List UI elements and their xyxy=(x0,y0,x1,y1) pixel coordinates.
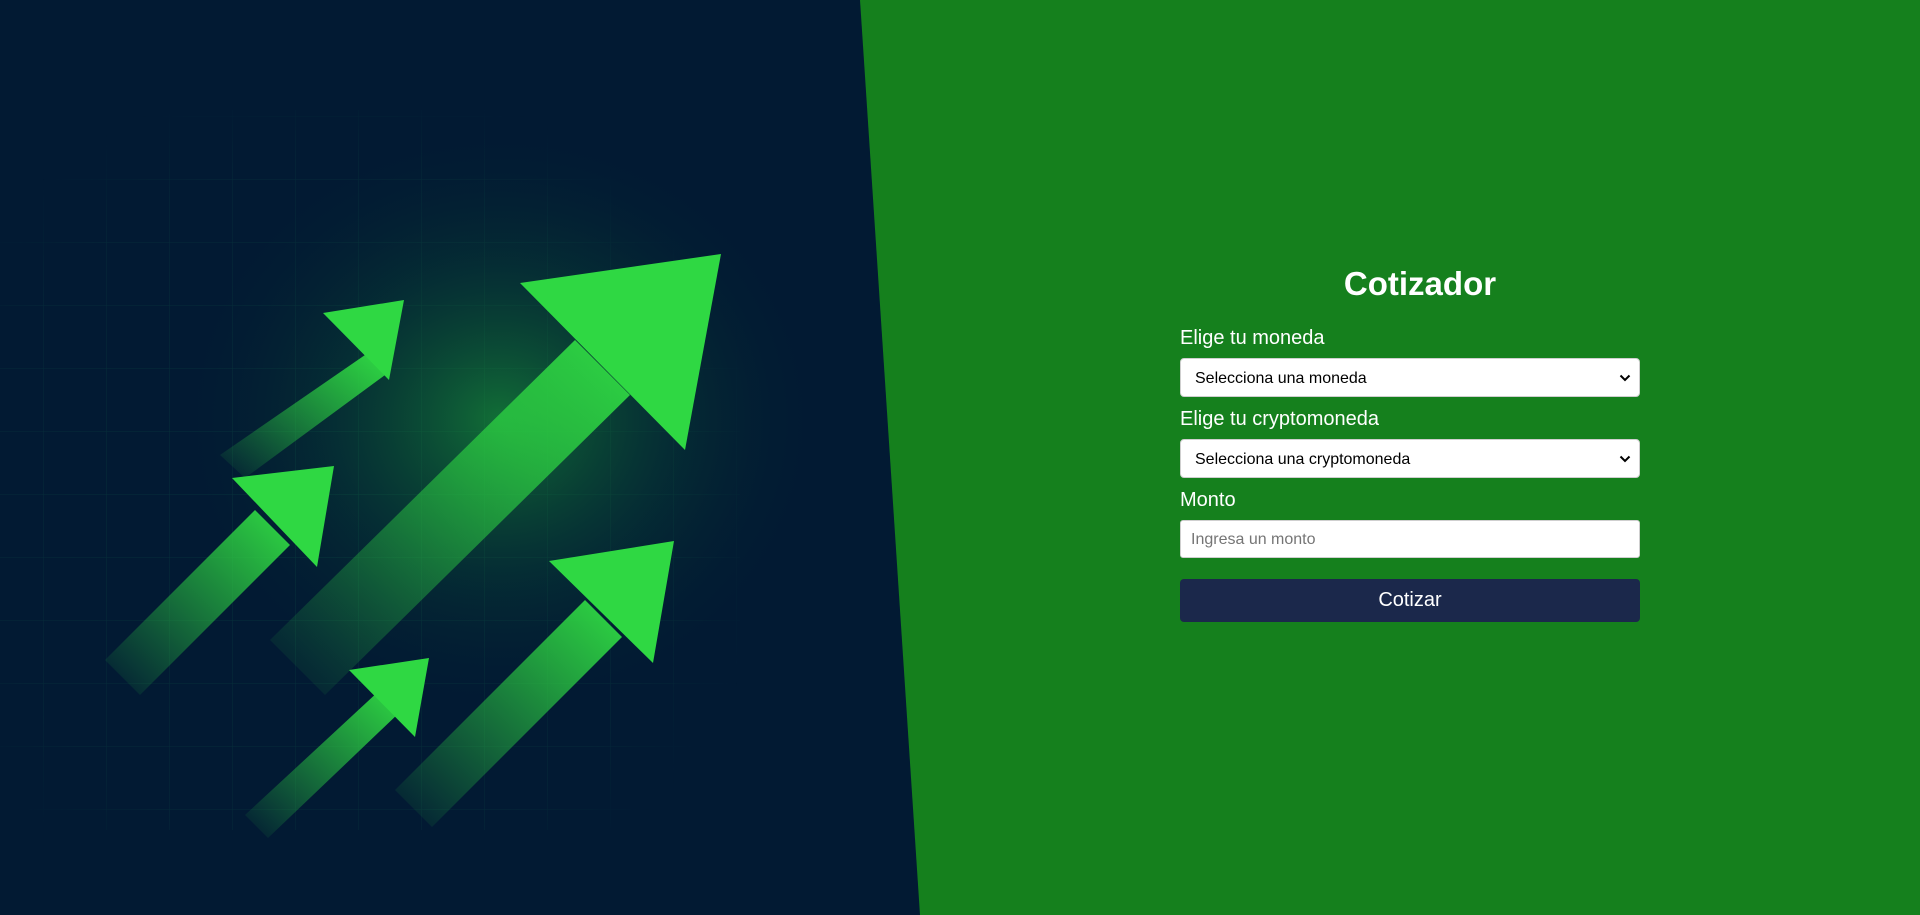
amount-label: Monto xyxy=(1180,489,1236,511)
quote-form: Cotizador Elige tu moneda Selecciona una… xyxy=(1180,264,1640,622)
currency-select[interactable]: Selecciona una moneda xyxy=(1180,358,1640,397)
currency-field: Elige tu moneda Selecciona una moneda xyxy=(1180,326,1640,397)
amount-placeholder: Ingresa un monto xyxy=(1191,531,1316,548)
crypto-select-value: Selecciona una cryptomoneda xyxy=(1195,451,1411,468)
quote-button[interactable]: Cotizar xyxy=(1180,579,1640,622)
amount-field: Monto Ingresa un monto xyxy=(1180,488,1640,558)
amount-input[interactable]: Ingresa un monto xyxy=(1180,520,1640,558)
chevron-down-icon xyxy=(1619,374,1631,382)
chevron-down-icon xyxy=(1619,455,1631,463)
crypto-field: Elige tu cryptomoneda Selecciona una cry… xyxy=(1180,407,1640,478)
form-title: Cotizador xyxy=(1343,265,1497,302)
currency-label: Elige tu moneda xyxy=(1180,327,1325,349)
crypto-select[interactable]: Selecciona una cryptomoneda xyxy=(1180,439,1640,478)
crypto-label: Elige tu cryptomoneda xyxy=(1180,408,1380,430)
currency-select-value: Selecciona una moneda xyxy=(1195,370,1367,387)
